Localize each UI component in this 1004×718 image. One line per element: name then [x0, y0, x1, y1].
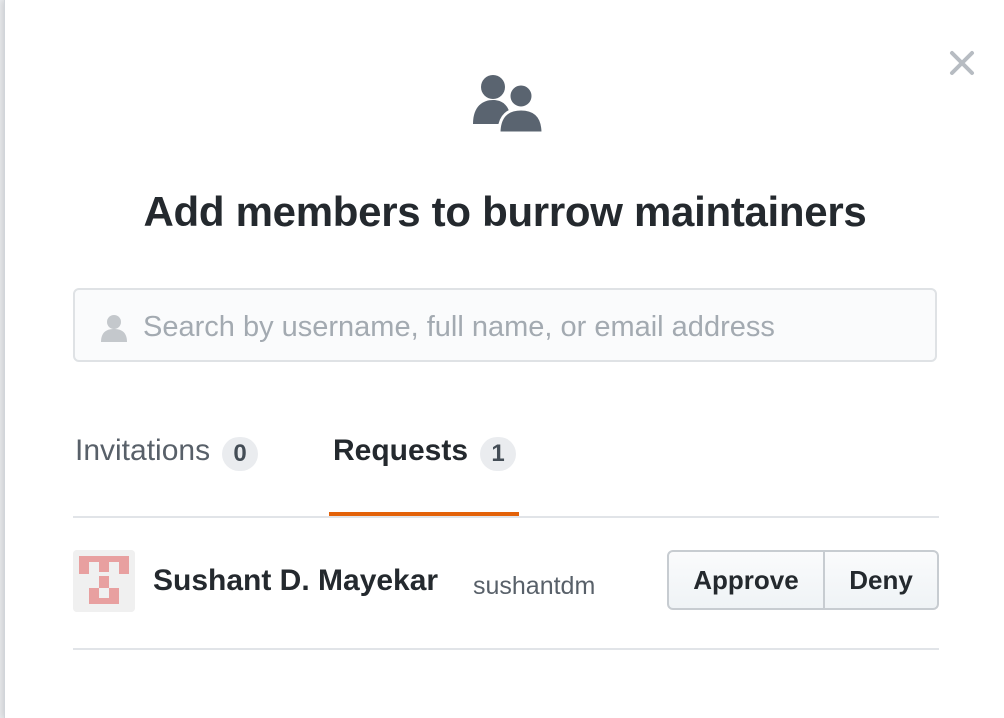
request-actions: Approve Deny [667, 550, 939, 610]
tab-invitations-label: Invitations [75, 434, 211, 467]
identicon-image [73, 550, 135, 612]
deny-button[interactable]: Deny [825, 550, 939, 610]
member-search-input[interactable] [141, 300, 925, 354]
dialog-title: Add members to burrow maintainers [5, 186, 1004, 238]
tab-requests[interactable]: Requests 1 [329, 420, 519, 516]
member-search-box [73, 288, 937, 362]
requester-full-name[interactable]: Sushant D. Mayekar [153, 564, 438, 598]
person-icon [101, 315, 127, 342]
page-backdrop: Add members to burrow maintainers Invita… [0, 0, 1004, 718]
invitations-count-badge: 0 [222, 437, 259, 471]
request-list-item: Sushant D. Mayekar sushantdm Approve Den… [73, 518, 939, 650]
approve-button[interactable]: Approve [667, 550, 825, 610]
requests-count-badge: 1 [480, 437, 517, 471]
tab-invitations[interactable]: Invitations 0 [75, 420, 259, 516]
team-name: burrow maintainers [482, 188, 867, 235]
add-members-dialog: Add members to burrow maintainers Invita… [4, 0, 1004, 718]
avatar[interactable] [73, 550, 135, 612]
tab-bar: Invitations 0 Requests 1 [73, 420, 939, 518]
people-icon [473, 75, 545, 134]
title-prefix: Add members to [143, 188, 471, 235]
close-icon [950, 51, 974, 75]
tab-requests-label: Requests [333, 434, 469, 467]
close-button[interactable] [947, 48, 977, 78]
requester-username[interactable]: sushantdm [473, 572, 595, 601]
